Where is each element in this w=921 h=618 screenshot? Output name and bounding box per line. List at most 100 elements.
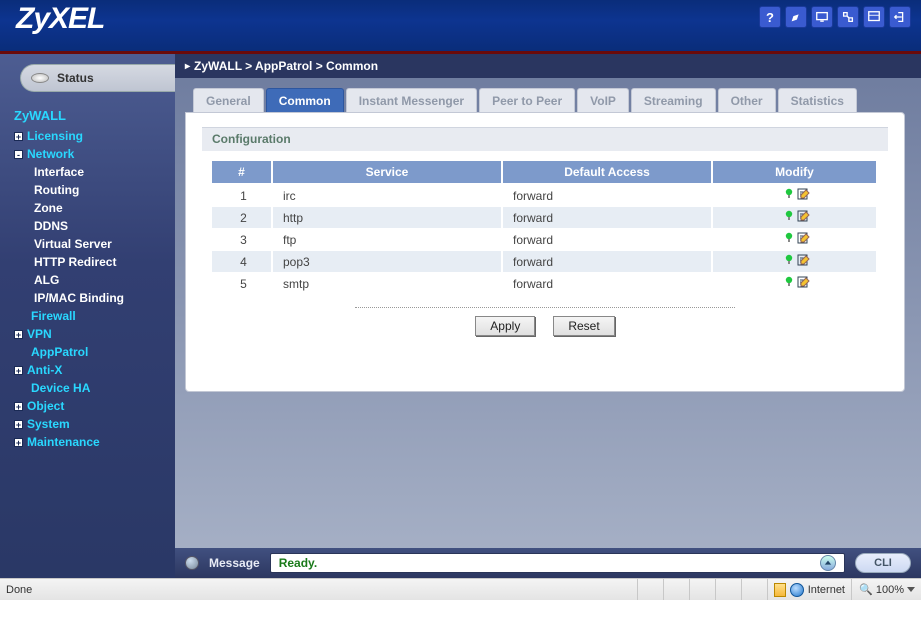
tab-peer-to-peer[interactable]: Peer to Peer xyxy=(479,88,575,112)
cell-num: 3 xyxy=(212,229,272,251)
nav-root[interactable]: ZyWALL xyxy=(14,106,169,127)
edit-icon[interactable] xyxy=(797,189,811,203)
nav-item-vpn[interactable]: + VPN xyxy=(14,325,169,343)
enable-icon[interactable] xyxy=(783,210,795,225)
connect-icon[interactable] xyxy=(837,6,859,28)
expand-icon[interactable]: + xyxy=(14,438,23,447)
nav-label: AppPatrol xyxy=(31,345,88,359)
status-tab[interactable]: Status xyxy=(20,64,175,92)
edit-icon[interactable] xyxy=(797,255,811,269)
nav-item-routing[interactable]: Routing xyxy=(34,181,169,199)
content-area: GeneralCommonInstant MessengerPeer to Pe… xyxy=(185,88,905,392)
button-row: Apply Reset xyxy=(212,316,878,336)
nav-label: Device HA xyxy=(31,381,90,395)
edit-icon[interactable] xyxy=(797,277,811,291)
nav-item-http-redirect[interactable]: HTTP Redirect xyxy=(34,253,169,271)
message-expand-icon[interactable] xyxy=(820,555,836,571)
table-row: 1ircforward xyxy=(212,184,877,207)
cell-access: forward xyxy=(502,229,712,251)
nav-label: Licensing xyxy=(27,129,83,143)
nav-item-virtual-server[interactable]: Virtual Server xyxy=(34,235,169,253)
table-row: 5smtpforward xyxy=(212,273,877,295)
wizard-icon[interactable] xyxy=(785,6,807,28)
tab-common[interactable]: Common xyxy=(266,88,344,112)
security-zone[interactable]: Internet xyxy=(767,579,851,600)
cell-service: smtp xyxy=(272,273,502,295)
nav-item-device-ha[interactable]: Device HA xyxy=(14,379,169,397)
expand-icon[interactable]: + xyxy=(14,132,23,141)
status-cell xyxy=(715,579,741,600)
cell-num: 1 xyxy=(212,184,272,207)
sitemap-icon[interactable] xyxy=(863,6,885,28)
expand-icon[interactable]: + xyxy=(14,366,23,375)
apply-button[interactable]: Apply xyxy=(475,316,535,336)
header-icon-group: ? xyxy=(759,6,911,28)
section-title: Configuration xyxy=(202,127,888,151)
nav-label: Maintenance xyxy=(27,435,100,449)
table-row: 3ftpforward xyxy=(212,229,877,251)
breadcrumb-text: ZyWALL > AppPatrol > Common xyxy=(194,59,378,73)
help-icon[interactable]: ? xyxy=(759,6,781,28)
cell-service: ftp xyxy=(272,229,502,251)
zoom-control[interactable]: 🔍 100% xyxy=(851,579,921,600)
edit-icon[interactable] xyxy=(797,211,811,225)
enable-icon[interactable] xyxy=(783,276,795,291)
nav-item-anti-x[interactable]: +Anti-X xyxy=(14,361,169,379)
content-shell: ▸ ZyWALL > AppPatrol > Common GeneralCom… xyxy=(175,54,921,578)
message-icon xyxy=(185,556,199,570)
cli-button[interactable]: CLI xyxy=(855,553,911,573)
message-box: Ready. xyxy=(270,553,845,573)
cell-modify xyxy=(712,207,877,229)
status-label: Status xyxy=(57,71,94,85)
nav-item-firewall[interactable]: Firewall xyxy=(14,307,169,325)
nav-item-object[interactable]: +Object xyxy=(14,397,169,415)
nav-item-ip-mac-binding[interactable]: IP/MAC Binding xyxy=(34,289,169,307)
message-bar: Message Ready. CLI xyxy=(175,548,921,578)
nav-label: VPN xyxy=(27,327,52,341)
tabs: GeneralCommonInstant MessengerPeer to Pe… xyxy=(185,88,905,112)
column-header: Service xyxy=(272,161,502,184)
tab-instant-messenger[interactable]: Instant Messenger xyxy=(346,88,477,112)
main-shell: Status ZyWALL + Licensing -NetworkInterfac… xyxy=(0,54,921,578)
globe-icon xyxy=(790,583,804,597)
tab-streaming[interactable]: Streaming xyxy=(631,88,716,112)
cell-service: irc xyxy=(272,184,502,207)
sidebar: Status ZyWALL + Licensing -NetworkInterfac… xyxy=(0,54,175,578)
expand-icon[interactable]: + xyxy=(14,330,23,339)
nav-item-apppatrol[interactable]: AppPatrol xyxy=(14,343,169,361)
tab-voip[interactable]: VoIP xyxy=(577,88,629,112)
nav-item-licensing[interactable]: + Licensing xyxy=(14,127,169,145)
nav-item-alg[interactable]: ALG xyxy=(34,271,169,289)
enable-icon[interactable] xyxy=(783,232,795,247)
reset-button[interactable]: Reset xyxy=(553,316,614,336)
tab-other[interactable]: Other xyxy=(718,88,776,112)
collapse-icon[interactable]: - xyxy=(14,150,23,159)
nav-item-network[interactable]: -Network xyxy=(14,145,169,163)
zoom-glass-icon: 🔍 xyxy=(859,583,873,596)
nav-item-ddns[interactable]: DDNS xyxy=(34,217,169,235)
config-table: #ServiceDefault AccessModify 1ircforward… xyxy=(212,161,878,295)
logout-icon[interactable] xyxy=(889,6,911,28)
tab-general[interactable]: General xyxy=(193,88,264,112)
status-cell xyxy=(663,579,689,600)
expand-icon[interactable]: + xyxy=(14,420,23,429)
edit-icon[interactable] xyxy=(797,233,811,247)
cell-num: 2 xyxy=(212,207,272,229)
nav-item-maintenance[interactable]: + Maintenance xyxy=(14,433,169,451)
cell-modify xyxy=(712,251,877,273)
expand-icon[interactable]: + xyxy=(14,402,23,411)
console-icon[interactable] xyxy=(811,6,833,28)
enable-icon[interactable] xyxy=(783,188,795,203)
caret-icon: ▸ xyxy=(185,61,190,72)
nav-item-interface[interactable]: Interface xyxy=(34,163,169,181)
zone-text: Internet xyxy=(808,584,845,596)
panel: Configuration #ServiceDefault AccessModi… xyxy=(185,112,905,392)
nav-item-zone[interactable]: Zone xyxy=(34,199,169,217)
enable-icon[interactable] xyxy=(783,254,795,269)
table-row: 4pop3forward xyxy=(212,251,877,273)
cell-service: pop3 xyxy=(272,251,502,273)
status-cell xyxy=(637,579,663,600)
tab-statistics[interactable]: Statistics xyxy=(778,88,857,112)
column-header: # xyxy=(212,161,272,184)
nav-item-system[interactable]: +System xyxy=(14,415,169,433)
